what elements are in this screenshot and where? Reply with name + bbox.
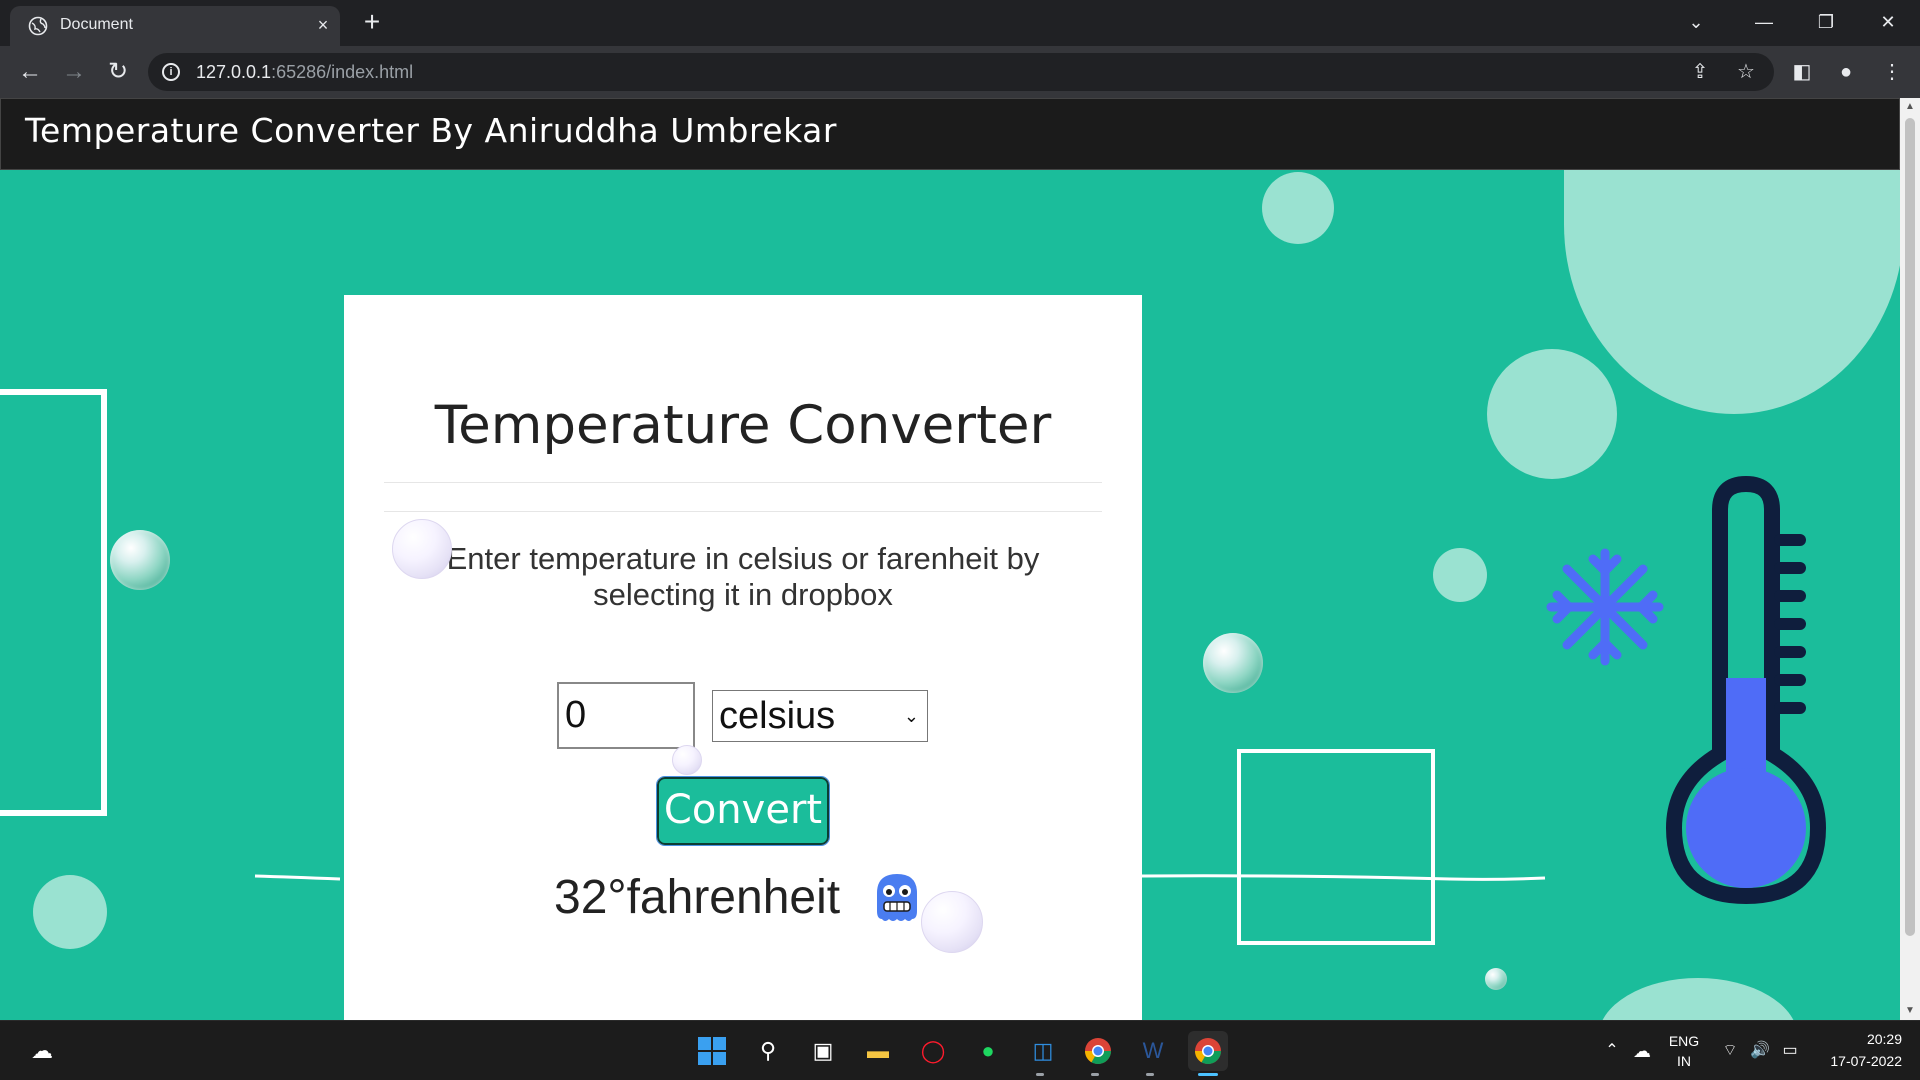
thermometer-icon	[1665, 476, 1827, 905]
region-indicator[interactable]: IN	[1664, 1053, 1704, 1069]
freezing-face-icon	[877, 874, 917, 921]
task-view-icon[interactable]: ▣	[803, 1031, 843, 1071]
spotify-icon[interactable]: ●	[968, 1031, 1008, 1071]
decor-circle	[33, 875, 107, 949]
opera-icon[interactable]: ◯	[913, 1031, 953, 1071]
decor-bubble	[1203, 633, 1263, 693]
decor-bubble	[1485, 968, 1507, 990]
minimize-icon[interactable]: —	[1744, 8, 1784, 36]
new-tab-button[interactable]: +	[358, 8, 386, 36]
converter-card: Temperature Converter Enter temperature …	[344, 295, 1142, 1020]
active-indicator	[1198, 1073, 1218, 1076]
divider	[384, 511, 1102, 512]
converter-title: Temperature Converter	[434, 395, 1052, 456]
profile-icon[interactable]: ●	[1830, 56, 1862, 88]
tab-close-icon[interactable]: ×	[312, 14, 334, 36]
tab-title: Document	[60, 16, 133, 33]
scroll-up-icon[interactable]: ▲	[1900, 98, 1920, 116]
forward-arrow-icon[interactable]: →	[58, 56, 90, 88]
decor-bubble	[110, 530, 170, 590]
running-indicator	[1146, 1073, 1154, 1076]
reload-icon[interactable]: ↻	[102, 56, 134, 88]
page-scrollbar[interactable]: ▲ ▼	[1900, 98, 1920, 1020]
restore-icon[interactable]: ❐	[1806, 8, 1846, 36]
star-icon[interactable]: ☆	[1734, 60, 1758, 84]
chrome-icon[interactable]	[1188, 1031, 1228, 1071]
browser-tab-bar: Document × + ⌄ — ❐ ✕	[0, 0, 1920, 46]
browser-tab[interactable]: Document ×	[10, 6, 340, 46]
site-header: Temperature Converter By Aniruddha Umbre…	[0, 98, 1900, 170]
code-editor-icon[interactable]: ◫	[1023, 1031, 1063, 1071]
address-toolbar: ← → ↻ i 127.0.0.1:65286/index.html ⇪ ☆ ◧…	[0, 46, 1920, 98]
conversion-result: 32°fahrenheit	[554, 871, 841, 924]
divider	[384, 482, 1102, 483]
decor-outline-rect	[1237, 749, 1435, 945]
decor-bubble	[921, 891, 983, 953]
os-taskbar: ☁ ⚲ ▣ ▬ ◯ ● ◫ W ⌃ ☁ ENG IN ⌔ 🔊 ▭ 20:29 1…	[0, 1020, 1920, 1080]
onedrive-icon[interactable]: ☁	[1622, 1031, 1662, 1071]
start-icon[interactable]	[692, 1031, 732, 1071]
globe-icon	[28, 16, 48, 36]
file-explorer-icon[interactable]: ▬	[858, 1031, 898, 1071]
close-window-icon[interactable]: ✕	[1868, 8, 1908, 36]
site-info-icon[interactable]: i	[162, 63, 180, 81]
temperature-input[interactable]	[557, 682, 695, 749]
decor-circle	[1598, 978, 1798, 1020]
weather-icon[interactable]: ☁	[22, 1031, 62, 1071]
share-icon[interactable]: ⇪	[1688, 60, 1712, 84]
decor-bubble	[392, 519, 452, 579]
side-panel-icon[interactable]: ◧	[1786, 56, 1818, 88]
word-icon[interactable]: W	[1133, 1031, 1173, 1071]
back-arrow-icon[interactable]: ←	[14, 56, 46, 88]
url-host: 127.0.0.1	[196, 62, 272, 82]
chrome-profile-icon[interactable]	[1078, 1031, 1118, 1071]
convert-button[interactable]: Convert	[656, 776, 830, 846]
tab-search-chevron-icon[interactable]: ⌄	[1676, 8, 1716, 36]
scroll-down-icon[interactable]: ▼	[1900, 1002, 1920, 1020]
web-page: Temperature Converter By Aniruddha Umbre…	[0, 98, 1900, 1020]
decor-circle	[1262, 172, 1334, 244]
language-indicator[interactable]: ENG	[1664, 1033, 1704, 1049]
decor-circle	[1433, 548, 1487, 602]
scroll-thumb[interactable]	[1905, 118, 1915, 936]
decor-circle	[1487, 349, 1617, 479]
url-path: :65286/index.html	[271, 62, 414, 82]
chevron-down-icon: ⌄	[903, 706, 919, 726]
clock-time[interactable]: 20:29	[1810, 1031, 1902, 1047]
running-indicator	[1036, 1073, 1044, 1076]
battery-icon[interactable]: ▭	[1770, 1031, 1810, 1071]
search-icon[interactable]: ⚲	[748, 1031, 788, 1071]
url-text[interactable]: 127.0.0.1:65286/index.html	[196, 62, 413, 83]
site-header-title: Temperature Converter By Aniruddha Umbre…	[25, 111, 837, 150]
unit-select[interactable]: celsius ⌄	[712, 690, 928, 742]
unit-select-value: celsius	[719, 695, 836, 737]
decor-bubble	[672, 745, 702, 775]
decor-outline-rect	[0, 389, 107, 816]
menu-icon[interactable]: ⋮	[1876, 56, 1908, 88]
clock-date[interactable]: 17-07-2022	[1810, 1053, 1902, 1069]
instructions-text: Enter temperature in celsius or farenhei…	[446, 541, 1040, 612]
omnibox[interactable]: i 127.0.0.1:65286/index.html ⇪ ☆	[148, 53, 1774, 91]
running-indicator	[1091, 1073, 1099, 1076]
